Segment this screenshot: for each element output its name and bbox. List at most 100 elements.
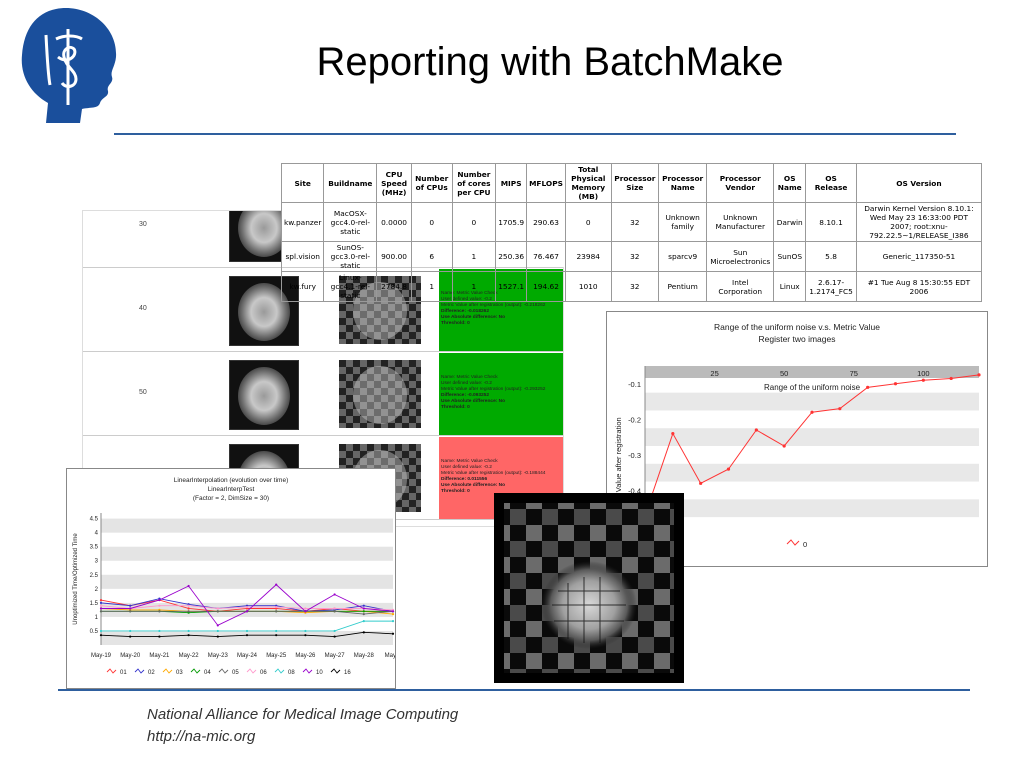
data-point (216, 624, 219, 627)
table-row: spl.vision SunOS-gcc3.0-rel-static 900.00 6… (280, 241, 983, 272)
grid-band (645, 392, 979, 411)
x-tick-label: 50 (780, 369, 788, 378)
checkerboard-registration-image (494, 493, 684, 683)
data-point (275, 610, 278, 613)
data-point (187, 610, 190, 613)
legend-swatch (786, 539, 800, 546)
legend-swatch (106, 668, 117, 674)
data-point (949, 376, 953, 381)
chart-subtitle: (Factor = 2, DimSize = 30) (193, 495, 269, 502)
table-cell: 1 (410, 271, 453, 302)
table-cell: #1 Tue Aug 8 15:30:55 EDT 2006 (855, 271, 983, 302)
table-cell: 900.00 (376, 241, 412, 272)
data-point (391, 620, 395, 623)
x-tick-label: May-27 (325, 653, 346, 659)
data-point (129, 635, 132, 638)
data-point (304, 610, 307, 613)
checkerboard-svg (504, 503, 674, 673)
x-tick-label: May-22 (179, 653, 200, 659)
data-point (838, 407, 842, 411)
legend-label: 02 (148, 670, 155, 676)
legend-label: 16 (344, 670, 351, 676)
data-point (99, 607, 103, 610)
grid-band (645, 499, 979, 518)
footer-url: http://na-mic.org (147, 728, 256, 745)
y-tick-label: 4.5 (90, 517, 99, 523)
legend-swatch (274, 668, 285, 674)
data-point (129, 610, 132, 613)
top-divider (114, 133, 956, 135)
table-cell: 0 (564, 202, 612, 242)
x-tick-label: 100 (917, 369, 930, 378)
series-line (101, 620, 393, 632)
data-point (275, 605, 278, 609)
data-point (187, 629, 190, 633)
data-point (216, 610, 219, 613)
legend-label: 06 (260, 670, 267, 676)
row-parameter-value: 50 (139, 389, 147, 396)
column-header: Processor Name (658, 163, 708, 203)
x-tick-label: May-23 (208, 653, 229, 659)
y-tick-label: -0.3 (628, 451, 641, 460)
grid-band (645, 428, 979, 446)
legend-swatch (246, 668, 257, 674)
data-point (921, 378, 925, 382)
data-point (245, 634, 249, 637)
y-tick-label: 1 (95, 615, 99, 621)
data-point (275, 629, 278, 633)
y-tick-label: 4 (95, 531, 99, 537)
legend-swatch (330, 668, 341, 674)
x-tick-label: May-2 (385, 653, 395, 659)
data-point (99, 598, 103, 602)
table-cell: kw.fury (280, 271, 325, 302)
table-cell: 2.6.17-1.2174_FC5 (805, 271, 857, 302)
table-cell: 290.63 (526, 202, 566, 242)
table-cell: 0 (451, 202, 497, 242)
table-cell: Intel Corporation (706, 271, 775, 302)
table-cell: 1705.9 (495, 202, 528, 242)
data-point (726, 467, 731, 471)
table-cell: 32 (610, 271, 660, 302)
data-point (977, 373, 981, 377)
legend-label: 08 (288, 670, 295, 676)
column-header: CPU Speed (MHz) (376, 163, 412, 203)
data-point (304, 629, 307, 633)
table-row: kw.panzer MacOSX-gcc4.0-rel-static 0.0000 0… (280, 202, 983, 242)
table-cell: 0.0000 (376, 202, 412, 242)
y-axis-label: Unoptimized Time/Optimized Time (73, 533, 79, 625)
table-cell: 32 (610, 241, 660, 272)
column-header: Total Physical Memory (MB) (564, 163, 612, 203)
table-row: kw.fury Linux-gcc4.1-rel-static 2784.8 1 1 15… (280, 271, 983, 302)
legend-swatch (162, 668, 173, 674)
data-point (158, 635, 161, 638)
x-tick-label: 75 (850, 369, 858, 378)
chart-subtitle: LinearInterpTest (208, 486, 255, 493)
legend-swatch (190, 668, 201, 674)
y-tick-label: 1.5 (90, 601, 99, 607)
column-header: Processor Size (610, 163, 660, 203)
data-point (810, 410, 814, 414)
row-parameter-value: 30 (139, 221, 147, 228)
data-point (245, 610, 249, 613)
table-cell: Unknown family (658, 202, 708, 242)
data-point (187, 607, 190, 610)
table-cell: 23984 (564, 241, 612, 272)
data-point (216, 629, 219, 633)
data-point (129, 604, 132, 607)
data-point (391, 610, 395, 613)
data-point (99, 610, 103, 613)
table-header-row: Site Buildname CPU Speed (MHz) Number of CP… (280, 163, 983, 203)
data-point (362, 631, 365, 634)
y-tick-label: -0.2 (628, 415, 641, 424)
x-tick-label: May-19 (91, 653, 112, 659)
table-cell: 6 (410, 241, 453, 272)
legend-label: 0 (803, 540, 807, 549)
y-tick-label: 3 (95, 559, 99, 565)
table-cell: 8.10.1 (805, 202, 857, 242)
grid-band (101, 630, 393, 645)
table-cell: SunOS (773, 241, 807, 272)
table-body: kw.panzer MacOSX-gcc4.0-rel-static 0.0000 0… (280, 202, 983, 302)
legend-swatch (302, 668, 313, 674)
column-header: OS Version (855, 163, 983, 203)
table-cell: Unknown Manufacturer (706, 202, 775, 242)
